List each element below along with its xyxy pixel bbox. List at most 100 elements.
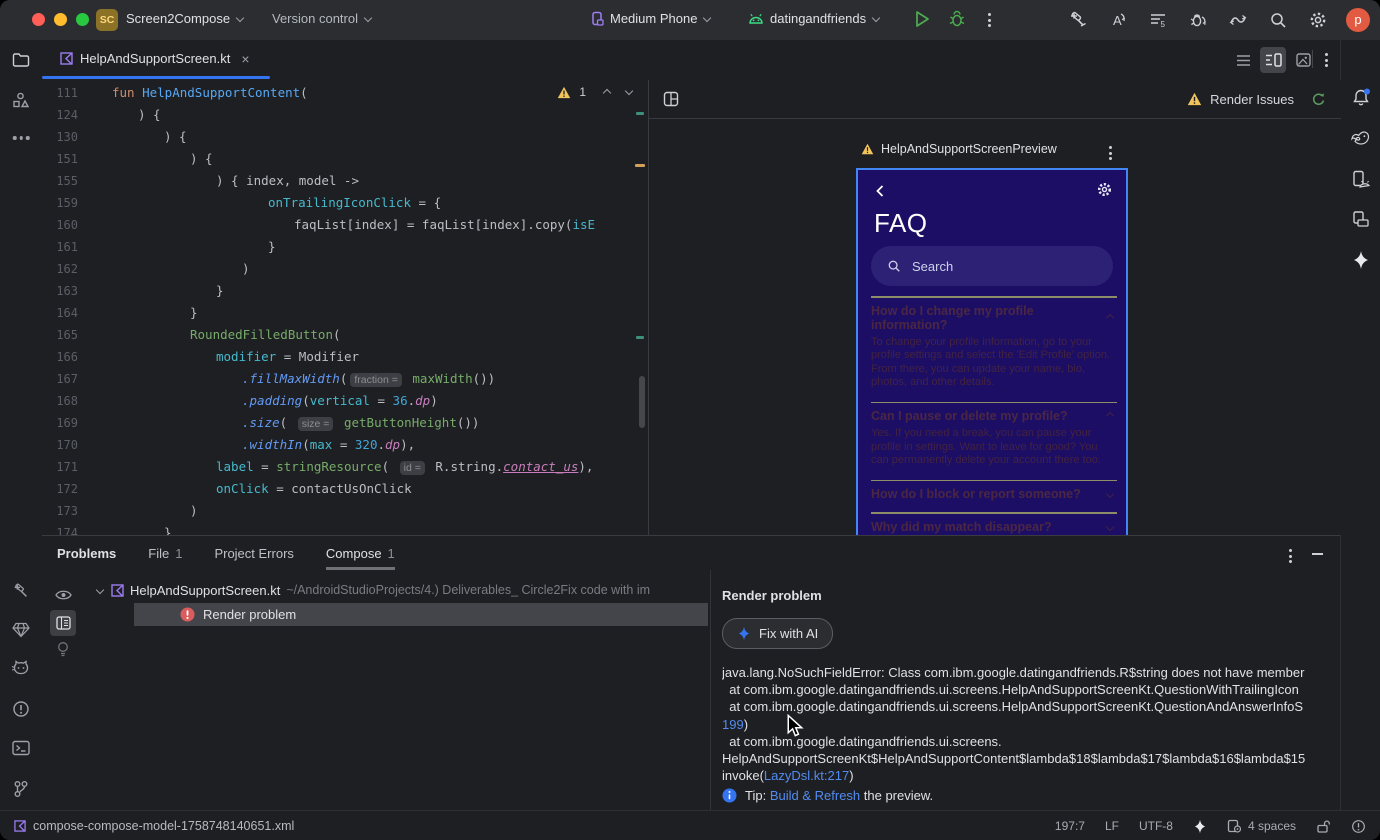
code-line[interactable]: 171 label = stringResource( id = R.string… — [42, 456, 648, 478]
code-assist-icon[interactable]: A — [1108, 10, 1128, 30]
code-view-button[interactable] — [1230, 47, 1256, 73]
refresh-icon[interactable] — [1310, 91, 1327, 108]
problems-toolwindow-icon[interactable] — [12, 700, 30, 718]
code-line[interactable]: 173) — [42, 500, 648, 522]
code-line[interactable]: 130) { — [42, 126, 648, 148]
panel-tab-project-errors[interactable]: Project Errors — [214, 536, 293, 570]
split-view-button[interactable] — [1260, 47, 1286, 73]
trace-line: at com.ibm.google.datingandfriends.ui.sc… — [722, 682, 1299, 698]
encoding-widget[interactable]: UTF-8 — [1139, 819, 1173, 833]
code-line[interactable]: 165 RoundedFilledButton( — [42, 324, 648, 346]
prev-problem-icon[interactable] — [602, 88, 612, 98]
close-window-button[interactable] — [32, 13, 45, 26]
settings-icon[interactable] — [1308, 10, 1328, 30]
code-line[interactable]: 174} — [42, 522, 648, 535]
gemini-icon[interactable] — [12, 622, 30, 638]
build-toolwindow-icon[interactable] — [12, 582, 30, 600]
debug-button[interactable] — [948, 10, 966, 28]
gradle-icon[interactable] — [1351, 130, 1371, 146]
structure-icon[interactable] — [13, 92, 30, 109]
preview-problem-icon[interactable] — [50, 582, 76, 608]
user-avatar[interactable]: p — [1346, 8, 1370, 32]
code-line[interactable]: 168 .padding(vertical = 36.dp) — [42, 390, 648, 412]
preview-options-icon[interactable] — [1109, 146, 1112, 160]
tip-label: Tip: — [745, 788, 767, 803]
show-details-icon[interactable] — [50, 610, 76, 636]
code-line[interactable]: 161} — [42, 236, 648, 258]
tab-close-icon[interactable]: × — [241, 51, 249, 67]
app-menu[interactable]: Screen2Compose — [126, 11, 245, 26]
more-run-options[interactable] — [988, 13, 991, 27]
code-line[interactable]: 151) { — [42, 148, 648, 170]
panel-tab-file[interactable]: File 1 — [148, 536, 182, 570]
editor-options-icon[interactable] — [1325, 53, 1328, 67]
editor-scrollbar[interactable] — [639, 376, 645, 428]
profiler-icon[interactable] — [1188, 10, 1208, 30]
minimize-window-button[interactable] — [54, 13, 67, 26]
device-manager-icon[interactable] — [1352, 210, 1370, 228]
caret-position[interactable]: 197:7 — [1055, 819, 1085, 833]
preview-title-row[interactable]: HelpAndSupportScreenPreview — [861, 142, 1057, 156]
problems-file-row[interactable]: HelpAndSupportScreen.kt ~/AndroidStudioP… — [95, 578, 708, 602]
faq-question: How do I block or report someone? — [871, 487, 1081, 501]
zoom-window-button[interactable] — [76, 13, 89, 26]
next-problem-icon[interactable] — [624, 86, 634, 96]
ai-status-icon[interactable] — [1193, 819, 1207, 834]
status-file[interactable]: compose-compose-model-1758748140651.xml — [14, 811, 294, 840]
hide-panel-icon[interactable] — [1312, 553, 1323, 555]
warning-icon — [558, 86, 571, 98]
code-line[interactable]: 170 .widthIn(max = 320.dp), — [42, 434, 648, 456]
trace-link[interactable]: LazyDsl.kt:217 — [764, 768, 849, 783]
panel-splitter[interactable] — [710, 570, 711, 811]
trace-link[interactable]: 199 — [722, 717, 744, 732]
line-ending-widget[interactable]: LF — [1105, 819, 1119, 833]
code-line[interactable]: 160 faqList[index] = faqList[index].copy(… — [42, 214, 648, 236]
code-editor[interactable]: 111 fun HelpAndSupportContent(124) {130) … — [42, 80, 648, 535]
run-configuration[interactable]: datingandfriends — [748, 11, 881, 26]
device-mirror-icon[interactable] — [1228, 10, 1248, 30]
vcs-menu[interactable]: Version control — [272, 11, 373, 26]
code-line[interactable]: 164} — [42, 302, 648, 324]
panel-options-icon[interactable] — [1289, 549, 1292, 563]
code-line[interactable]: 159 onTrailingIconClick = { — [42, 192, 648, 214]
device-selector[interactable]: Medium Phone — [590, 11, 712, 26]
version-control-icon[interactable] — [13, 780, 29, 798]
project-icon[interactable] — [12, 52, 30, 68]
panel-tab-problems[interactable]: Problems — [57, 536, 116, 570]
build-icon[interactable] — [1068, 10, 1088, 30]
search-icon[interactable] — [1268, 10, 1288, 30]
code-line[interactable]: 124) { — [42, 104, 648, 126]
indent-widget[interactable]: 4 spaces — [1227, 819, 1296, 833]
preview-layout-icon[interactable] — [663, 91, 679, 107]
logcat-icon[interactable] — [11, 660, 31, 677]
fix-with-ai-button[interactable]: Fix with AI — [722, 618, 834, 649]
running-devices-icon[interactable] — [1352, 170, 1370, 189]
code-line[interactable]: 155) { index, model -> — [42, 170, 648, 192]
build-refresh-link[interactable]: Build & Refresh — [770, 788, 860, 803]
render-issues-button[interactable]: Render Issues — [1187, 80, 1327, 118]
settings-gear-icon — [1097, 182, 1112, 197]
code-line[interactable]: 162) — [42, 258, 648, 280]
more-toolwindows-icon[interactable] — [12, 136, 30, 140]
chevron-icon — [1105, 522, 1115, 531]
code-line[interactable]: 169 .size( size = getButtonHeight()) — [42, 412, 648, 434]
run-button[interactable] — [914, 10, 930, 28]
render-problem-row[interactable]: Render problem — [134, 603, 708, 626]
terminal-icon[interactable] — [12, 740, 30, 756]
code-line[interactable]: 172 onClick = contactUsOnClick — [42, 478, 648, 500]
phone-icon — [592, 11, 604, 26]
gemini-sparkle-icon[interactable] — [1352, 250, 1370, 270]
code-line[interactable]: 167 .fillMaxWidth(fraction = maxWidth()) — [42, 368, 648, 390]
quickfix-bulb-icon[interactable] — [50, 636, 76, 662]
line-number: 168 — [56, 394, 78, 408]
tab-helpandsupportscreen[interactable]: HelpAndSupportScreen.kt × — [50, 40, 260, 77]
panel-tab-compose[interactable]: Compose 1 — [326, 536, 395, 570]
notifications-icon[interactable] — [1352, 88, 1371, 107]
inspection-widget[interactable]: 1 — [557, 85, 634, 99]
code-line[interactable]: 163} — [42, 280, 648, 302]
task-list-icon[interactable]: 5 — [1148, 10, 1168, 30]
inspection-status-icon[interactable] — [1351, 819, 1366, 834]
unlock-icon[interactable] — [1316, 819, 1331, 834]
code-line[interactable]: 166 modifier = Modifier — [42, 346, 648, 368]
trace-line: invoke(LazyDsl.kt:217) — [722, 768, 854, 784]
